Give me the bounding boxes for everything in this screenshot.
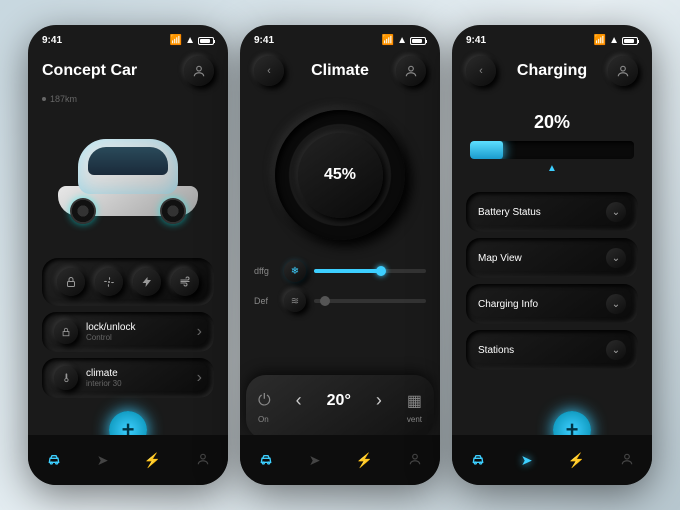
panel-left-label: On [258,415,269,424]
status-time: 9:41 [42,35,62,46]
signal-icon: 📶 [594,35,606,46]
page-title: Climate [311,62,369,80]
back-button[interactable]: ‹ [466,56,496,86]
status-bar: 9:41 📶 ▲ [28,25,228,48]
list-label: climate [86,368,122,379]
accordion-map[interactable]: Map View ⌄ [466,238,638,278]
fan-icon[interactable] [95,268,123,296]
chevron-down-icon: ⌄ [606,248,626,268]
list-label: lock/unlock [86,322,135,333]
nav-car-icon[interactable] [46,451,62,470]
chevron-right-icon: › [197,369,202,387]
back-button[interactable]: ‹ [254,56,284,86]
battery-icon [410,37,426,45]
row-label: Def [254,296,276,306]
bottom-nav: ➤ ⚡ [28,435,228,485]
chevron-right-icon: › [197,323,202,341]
status-bar: 9:41 📶 ▲ [240,25,440,48]
profile-button[interactable] [608,56,638,86]
charge-marker-icon: ▲ [470,159,634,174]
nav-bolt-icon[interactable]: ⚡ [356,452,373,469]
list-item-climate[interactable]: climate interior 30 › [42,358,214,398]
accordion-stations[interactable]: Stations ⌄ [466,330,638,370]
slider-track[interactable] [314,269,426,273]
accordion-label: Map View [478,253,522,264]
accordion-info[interactable]: Charging Info ⌄ [466,284,638,324]
climate-dial[interactable]: 45% [275,110,405,240]
defrost-icon[interactable]: ≋ [284,290,306,312]
page-title: Concept Car [42,62,137,80]
slider-row-defrost: Def ≋ [240,286,440,316]
bottom-nav: ➤ ⚡ [452,435,652,485]
nav-user-icon[interactable] [196,452,210,469]
row-label: dffg [254,266,276,276]
power-icon[interactable]: ⏻ [258,392,271,410]
list-sublabel: Control [86,333,135,342]
phone-charging: 9:41 📶 ▲ ‹ Charging 20% ▲ Battery Status… [452,25,652,485]
nav-bolt-icon[interactable]: ⚡ [568,452,585,469]
wifi-icon: ▲ [397,35,407,46]
lock-icon [54,320,78,344]
chevron-down-icon: ⌄ [606,202,626,222]
page-title: Charging [517,62,587,80]
battery-icon [622,37,638,45]
accordion-label: Battery Status [478,207,541,218]
profile-button[interactable] [396,56,426,86]
chevron-down-icon: ⌄ [606,294,626,314]
wifi-icon: ▲ [185,35,195,46]
wifi-icon: ▲ [609,35,619,46]
status-time: 9:41 [466,35,486,46]
accordion-label: Charging Info [478,299,538,310]
car-hero-image [28,104,228,254]
phone-climate: 9:41 📶 ▲ ‹ Climate 45% dffg ❄ Def ≋ [240,25,440,485]
climate-bottom-panel: ⏻ ‹ 20° › ▦ On vent [246,375,434,439]
nav-compass-icon[interactable]: ➤ [521,452,533,469]
range-text: 187km [50,94,77,104]
nav-user-icon[interactable] [408,452,422,469]
bolt-icon[interactable] [133,268,161,296]
slider-row-cooling: dffg ❄ [240,256,440,286]
charge-progress-bar[interactable] [470,141,634,159]
list-item-lock[interactable]: lock/unlock Control › [42,312,214,352]
nav-car-icon[interactable] [470,451,486,470]
nav-compass-icon[interactable]: ➤ [97,452,109,469]
status-time: 9:41 [254,35,274,46]
nav-bolt-icon[interactable]: ⚡ [144,452,161,469]
chevron-down-icon: ⌄ [606,340,626,360]
panel-right-label: vent [407,415,422,424]
nav-car-icon[interactable] [258,451,274,470]
status-bar: 9:41 📶 ▲ [452,25,652,48]
chevron-right-icon[interactable]: › [376,390,382,411]
profile-button[interactable] [184,56,214,86]
snowflake-icon[interactable]: ❄ [284,260,306,282]
temperature-value: 20° [327,392,351,410]
nav-compass-icon[interactable]: ➤ [309,452,321,469]
charge-percent: 20% [452,94,652,141]
accordion-label: Stations [478,345,514,356]
battery-icon [198,37,214,45]
bottom-nav: ➤ ⚡ [240,435,440,485]
signal-icon: 📶 [170,35,182,46]
nav-user-icon[interactable] [620,452,634,469]
thermo-icon [54,366,78,390]
vent-icon[interactable]: ▦ [407,391,422,411]
list-sublabel: interior 30 [86,379,122,388]
phone-home: 9:41 📶 ▲ Concept Car 187km [28,25,228,485]
quick-actions [42,258,214,306]
accordion-battery[interactable]: Battery Status ⌄ [466,192,638,232]
signal-icon: 📶 [382,35,394,46]
dial-value: 45% [324,166,356,184]
lock-icon[interactable] [57,268,85,296]
chevron-left-icon[interactable]: ‹ [296,390,302,411]
slider-track[interactable] [314,299,426,303]
airflow-icon[interactable] [171,268,199,296]
